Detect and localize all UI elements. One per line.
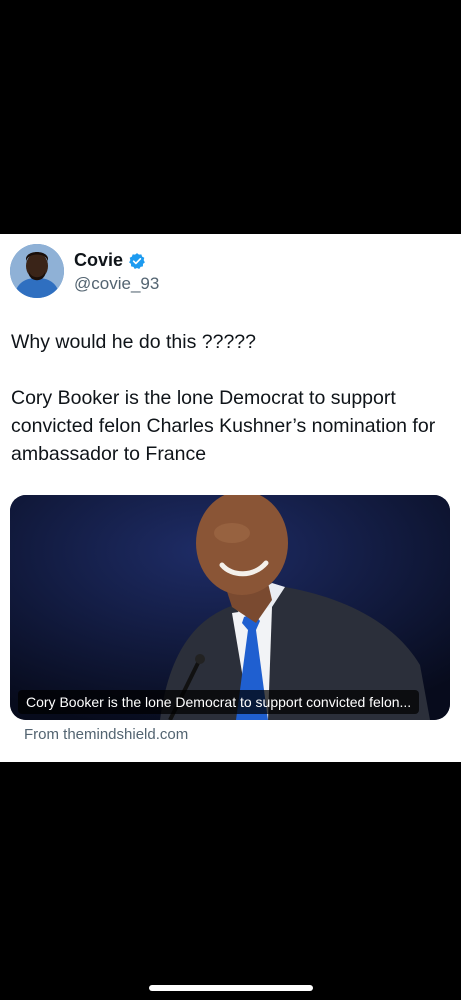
tweet-card[interactable]: Covie @covie_93 Why would he do this ???… [0,234,461,762]
link-card-caption: Cory Booker is the lone Democrat to supp… [18,690,420,714]
link-card-image[interactable]: Cory Booker is the lone Democrat to supp… [10,495,450,720]
author-name[interactable]: Covie [74,250,123,271]
author-avatar[interactable] [10,244,64,298]
home-indicator[interactable] [149,985,313,991]
author-handle[interactable]: @covie_93 [74,274,159,294]
verified-badge-icon [128,252,146,270]
tweet-line-question: Why would he do this ????? [11,331,256,353]
link-card-source[interactable]: From themindshield.com [24,726,188,743]
tweet-line-body: Cory Booker is the lone Democrat to supp… [11,387,436,465]
tweet-text: Why would he do this ????? Cory Booker i… [11,328,451,468]
